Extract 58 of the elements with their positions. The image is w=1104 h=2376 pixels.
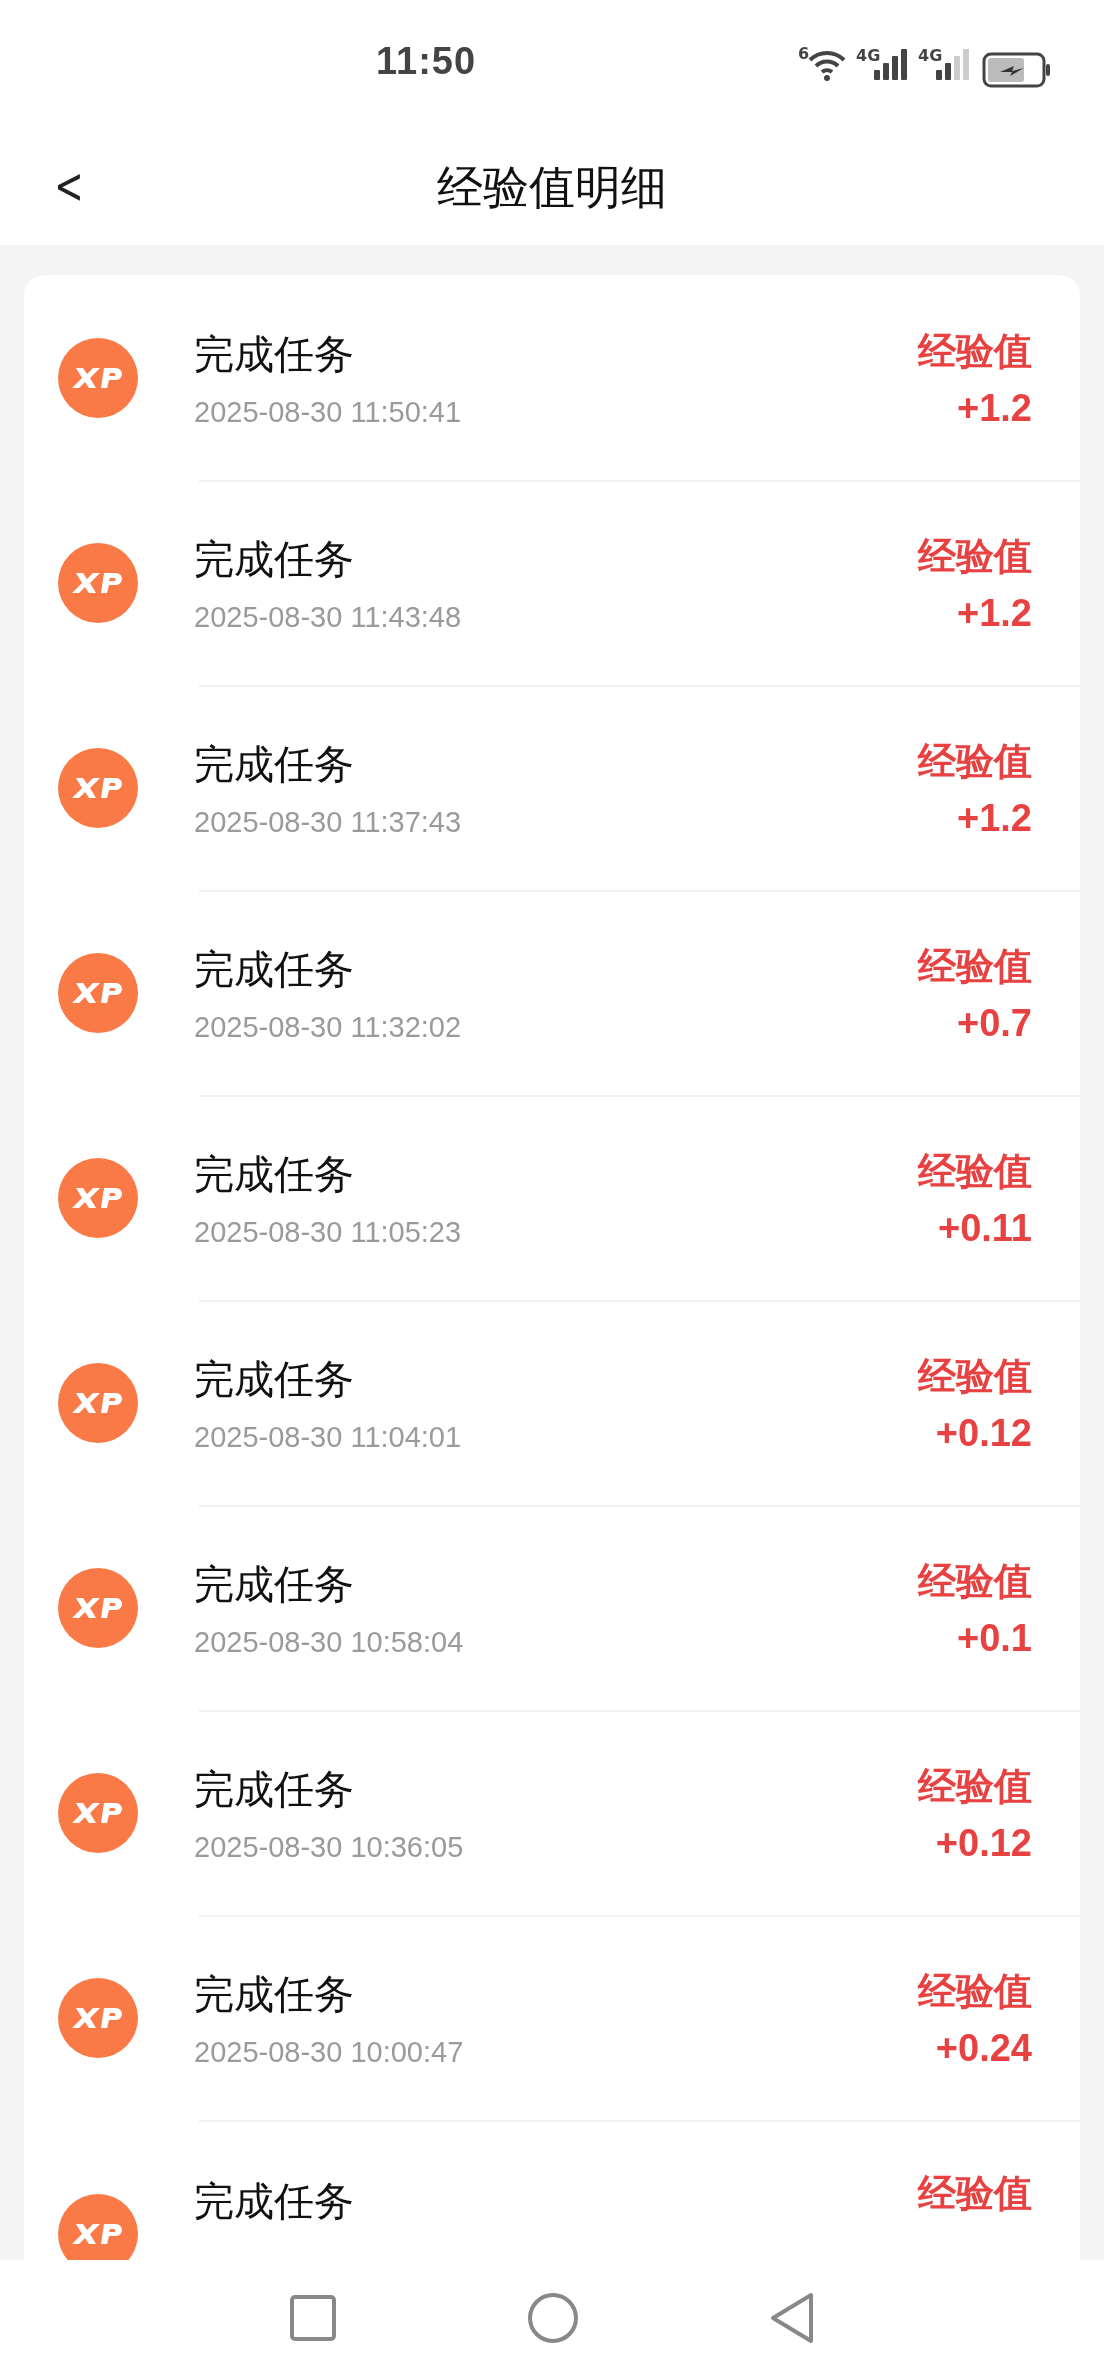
record-time: 2025-08-30 10:00:47 (194, 2035, 464, 2069)
record-amount: +0.24 (935, 2026, 1032, 2070)
xp-icon (58, 747, 138, 828)
record-label: 经验值 (918, 1557, 1032, 1605)
home-button[interactable] (527, 2292, 579, 2344)
record-label: 经验值 (918, 1352, 1032, 1400)
battery-charging-icon (982, 52, 1052, 88)
record-time: 2025-08-30 11:04:01 (194, 1420, 462, 1454)
back-nav-button[interactable] (769, 2292, 815, 2344)
record-amount: +0.12 (935, 1411, 1032, 1455)
xp-icon (58, 1977, 138, 2058)
record-title: 完成任务 (194, 1149, 354, 1199)
record-title: 完成任务 (194, 944, 354, 994)
record-time: 2025-08-30 11:50:41 (194, 395, 462, 429)
record-amount: +1.2 (956, 386, 1032, 430)
record-label: 经验值 (918, 737, 1032, 785)
record-amount: +1.2 (956, 591, 1032, 635)
wifi-icon (808, 48, 846, 82)
record-time: 2025-08-30 11:05:23 (194, 1215, 462, 1249)
record-time: 2025-08-30 10:58:04 (194, 1625, 464, 1659)
record-amount: +1.2 (956, 796, 1032, 840)
network-label: 4G (918, 46, 943, 65)
record-time: 2025-08-30 11:37:43 (194, 805, 462, 839)
record-amount: +0.12 (935, 1821, 1032, 1865)
xp-icon (58, 1772, 138, 1853)
clock: 11:50 (376, 40, 477, 83)
record-label: 经验值 (918, 1147, 1032, 1195)
xp-icon (58, 1567, 138, 1648)
record-label: 经验值 (918, 2170, 1032, 2217)
record-label: 经验值 (918, 1967, 1032, 2015)
xp-icon (58, 542, 138, 623)
wifi-label: 6 (798, 44, 810, 63)
record-title: 完成任务 (194, 2177, 354, 2226)
record-amount: +0.1 (956, 1616, 1032, 1660)
record-time: 2025-08-30 10:36:05 (194, 1830, 464, 1864)
record-amount: +0.7 (956, 1001, 1032, 1045)
record-label: 经验值 (918, 532, 1032, 580)
record-label: 经验值 (918, 327, 1032, 375)
back-button[interactable]: < (48, 158, 90, 214)
record-title: 完成任务 (194, 1559, 354, 1609)
record-title: 完成任务 (194, 1354, 354, 1404)
record-amount: +0.11 (937, 1206, 1032, 1250)
xp-icon (58, 337, 138, 418)
record-label: 经验值 (918, 942, 1032, 990)
xp-icon (58, 1362, 138, 1443)
record-label: 经验值 (918, 1762, 1032, 1810)
xp-icon (58, 1157, 138, 1238)
record-time: 2025-08-30 11:43:48 (194, 600, 462, 634)
record-title: 完成任务 (194, 534, 354, 584)
record-title: 完成任务 (194, 1969, 354, 2019)
record-time: 2025-08-30 11:32:02 (194, 1010, 462, 1044)
record-title: 完成任务 (194, 1764, 354, 1814)
record-title: 完成任务 (194, 739, 354, 789)
page-title: 经验值明细 (437, 158, 667, 216)
recent-apps-button[interactable] (289, 2294, 337, 2342)
xp-icon (58, 952, 138, 1033)
record-title: 完成任务 (194, 329, 354, 379)
network-label: 4G (856, 46, 881, 65)
